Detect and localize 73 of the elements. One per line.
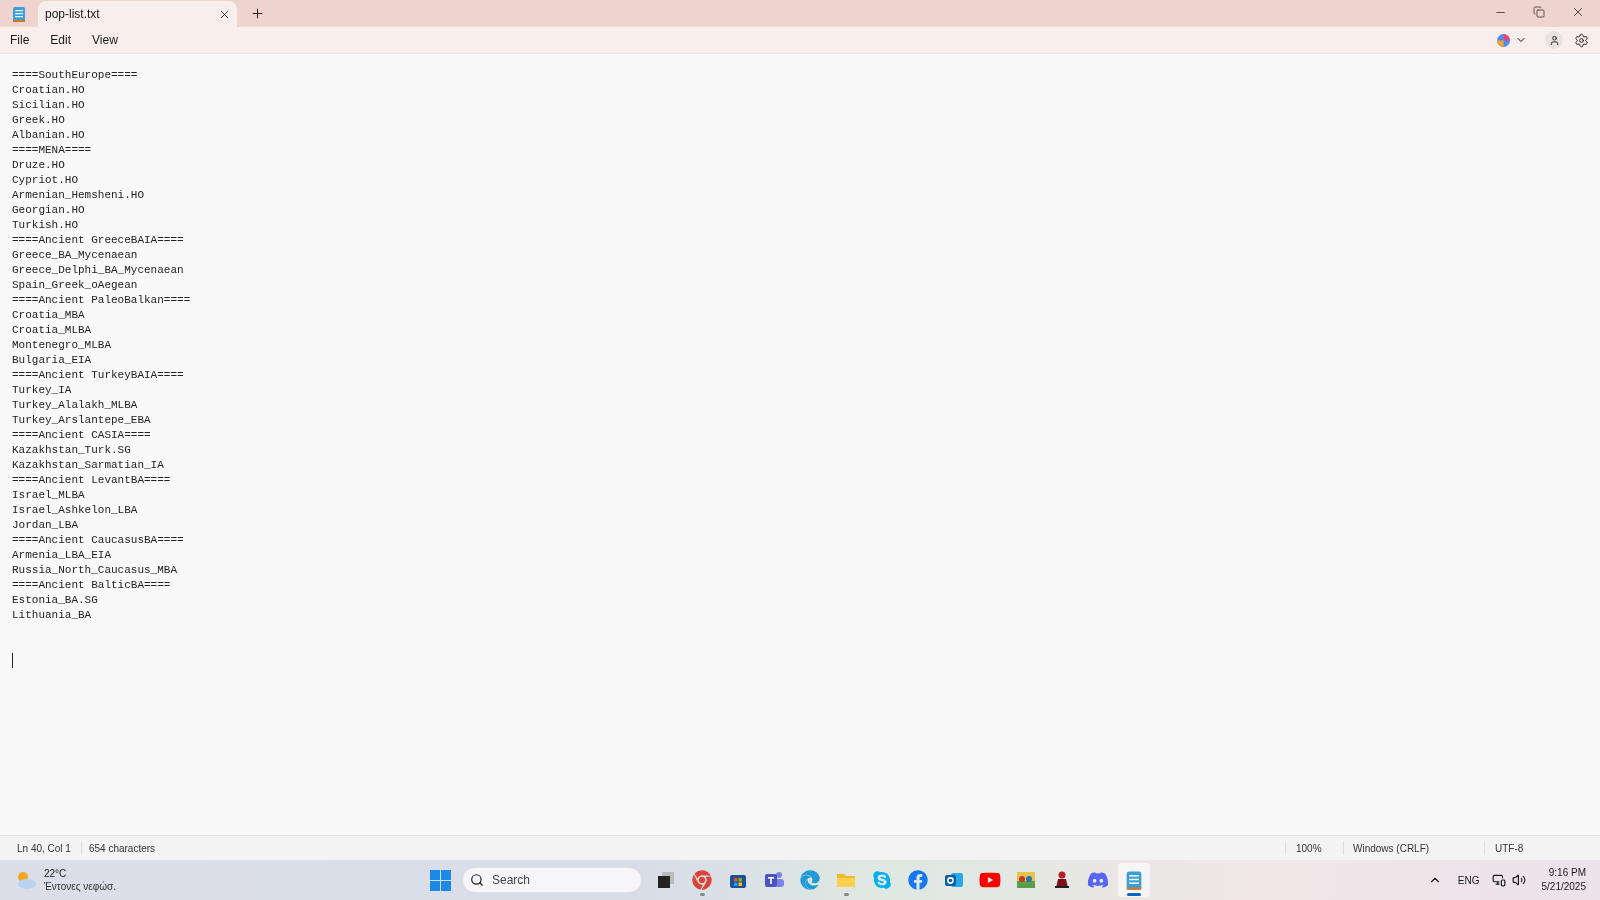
people-icon bbox=[763, 870, 785, 890]
text-line: Turkey_Alalakh_MLBA bbox=[12, 398, 138, 413]
text-line: Lithuania_BA bbox=[12, 608, 92, 623]
cursor-position: Ln 40, Col 1 bbox=[16, 841, 72, 856]
text-line: Croatia_MLBA bbox=[12, 323, 92, 338]
language-indicator[interactable]: ENG bbox=[1457, 872, 1480, 888]
copilot-icon[interactable] bbox=[1496, 32, 1511, 48]
edge-icon bbox=[800, 870, 820, 890]
close-icon[interactable] bbox=[1571, 5, 1585, 19]
photo-icon bbox=[1016, 870, 1036, 890]
person-icon bbox=[1548, 34, 1560, 46]
search-field[interactable]: Search bbox=[462, 867, 642, 893]
figure-icon bbox=[1052, 870, 1072, 890]
zoom-level[interactable]: 100% bbox=[1286, 840, 1343, 856]
text-line: Israel_MLBA bbox=[12, 488, 85, 503]
text-line: Turkish.HO bbox=[12, 218, 78, 233]
text-line: Kazakhstan_Sarmatian_IA bbox=[12, 458, 164, 473]
text-line: ====Ancient TurkeyBAIA==== bbox=[12, 368, 184, 383]
text-line: Estonia_BA.SG bbox=[12, 593, 98, 608]
file-tab[interactable]: pop-list.txt bbox=[38, 1, 237, 27]
text-line: Montenegro_MLBA bbox=[12, 338, 112, 353]
windows-logo-icon[interactable] bbox=[430, 869, 451, 891]
profile-avatar[interactable] bbox=[1545, 31, 1563, 49]
volume-icon[interactable] bbox=[1511, 873, 1526, 887]
text-line: ====Ancient GreeceBAIA==== bbox=[12, 233, 184, 248]
clock[interactable]: 9:16 PM 5/21/2025 bbox=[1541, 866, 1586, 894]
text-line: ====Ancient CASIA==== bbox=[12, 428, 151, 443]
text-line: Bulgaria_EIA bbox=[12, 353, 92, 368]
text-line: ====Ancient PaleoBalkan==== bbox=[12, 293, 191, 308]
menu-item[interactable]: View bbox=[82, 31, 128, 49]
text-line: Spain_Greek_oAegean bbox=[12, 278, 138, 293]
text-line: Jordan_LBA bbox=[12, 518, 78, 533]
notepad-icon bbox=[10, 4, 28, 23]
text-line: ====MENA==== bbox=[12, 143, 92, 158]
text-line: ====SouthEurope==== bbox=[12, 68, 138, 83]
text-line: ====Ancient BalticBA==== bbox=[12, 578, 171, 593]
restore-icon[interactable] bbox=[1533, 6, 1545, 18]
text-line: Greece_BA_Mycenaean bbox=[12, 248, 138, 263]
text-line: Greek.HO bbox=[12, 113, 65, 128]
settings-icon[interactable] bbox=[1574, 32, 1589, 48]
text-line: Sicilian.HO bbox=[12, 98, 85, 113]
text-line: Druze.HO bbox=[12, 158, 65, 173]
encoding[interactable]: UTF-8 bbox=[1485, 840, 1600, 856]
line-endings[interactable]: Windows (CRLF) bbox=[1344, 840, 1484, 856]
text-line: ====Ancient LevantBA==== bbox=[12, 473, 171, 488]
text-line: Kazakhstan_Turk.SG bbox=[12, 443, 131, 458]
chrome-icon bbox=[692, 870, 712, 890]
text-line: Croatia_MBA bbox=[12, 308, 85, 323]
menu-item[interactable]: Edit bbox=[40, 31, 82, 49]
text-line: Turkey_IA bbox=[12, 383, 72, 398]
network-icon[interactable] bbox=[1491, 873, 1506, 887]
text-line: Albanian.HO bbox=[12, 128, 85, 143]
search-icon bbox=[470, 873, 484, 887]
mail-icon bbox=[944, 870, 964, 890]
text-line: Israel_Ashkelon_LBA bbox=[12, 503, 138, 518]
text-line: Croatian.HO bbox=[12, 83, 85, 98]
skype-icon bbox=[872, 870, 892, 890]
text-line: Armenian_Hemsheni.HO bbox=[12, 188, 145, 203]
text-line: ====Ancient CaucasusBA==== bbox=[12, 533, 184, 548]
text-line: Greece_Delphi_BA_Mycenaean bbox=[12, 263, 184, 278]
text-line: Armenia_LBA_EIA bbox=[12, 548, 112, 563]
weather-temperature: 22°C bbox=[44, 867, 68, 880]
text-line: Russia_North_Caucasus_MBA bbox=[12, 563, 178, 578]
weather-condition: Έντονες νεφώσ. bbox=[44, 880, 116, 893]
text-line: Turkey_Arslantepe_EBA bbox=[12, 413, 151, 428]
windows-stack-icon bbox=[656, 870, 676, 890]
text-line: Georgian.HO bbox=[12, 203, 85, 218]
text-line: Cypriot.HO bbox=[12, 173, 78, 188]
text-caret bbox=[12, 653, 13, 668]
new-tab-icon[interactable] bbox=[250, 6, 265, 21]
character-count: 654 characters bbox=[87, 841, 156, 856]
menu-item[interactable]: File bbox=[0, 31, 40, 49]
facebook-icon bbox=[908, 870, 928, 890]
